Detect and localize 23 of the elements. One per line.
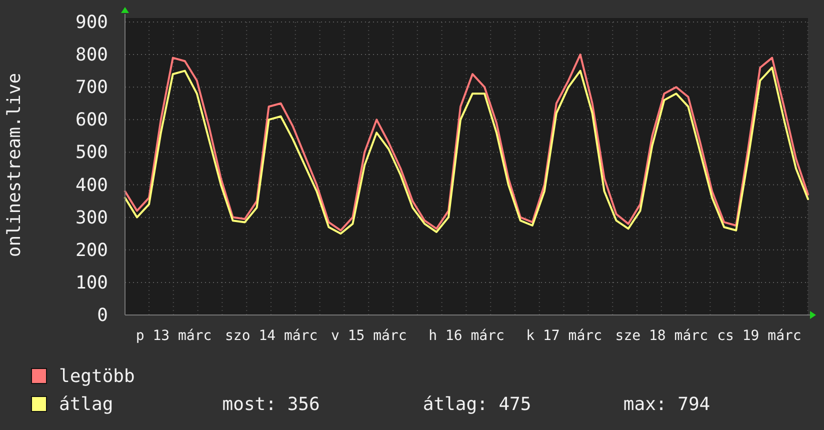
y-tick-label: 100: [75, 272, 108, 294]
x-tick-label: h 16 márc: [428, 328, 504, 344]
x-tick-label: cs 19 márc: [717, 328, 802, 344]
y-tick-label: 300: [75, 207, 108, 228]
x-tick-label: k 17 márc: [526, 328, 602, 344]
x-tick-label: szo 14 márc: [225, 328, 318, 344]
y-tick-label: 200: [75, 240, 108, 261]
legend-stat: max: 794: [623, 394, 712, 414]
y-axis-title: onlinestream.live: [4, 72, 25, 258]
y-tick-label: 800: [75, 44, 108, 66]
legend-label: átlag: [59, 394, 114, 414]
y-tick-label: 900: [75, 12, 108, 33]
x-tick-label: p 13 márc: [136, 328, 212, 344]
y-tick-label: 700: [75, 77, 108, 98]
legend-stat: most: 356: [222, 394, 321, 414]
y-tick-label: 400: [75, 174, 108, 196]
x-tick-label: sze 18 márc: [615, 328, 708, 344]
legend-stat: átlag: 475: [422, 394, 532, 414]
x-tick-label: v 15 márc: [331, 328, 407, 344]
legend-label: legtöbb: [59, 366, 136, 386]
y-tick-label: 500: [75, 142, 108, 164]
y-tick-label: 600: [75, 110, 108, 131]
y-tick-label: 0: [97, 305, 108, 326]
